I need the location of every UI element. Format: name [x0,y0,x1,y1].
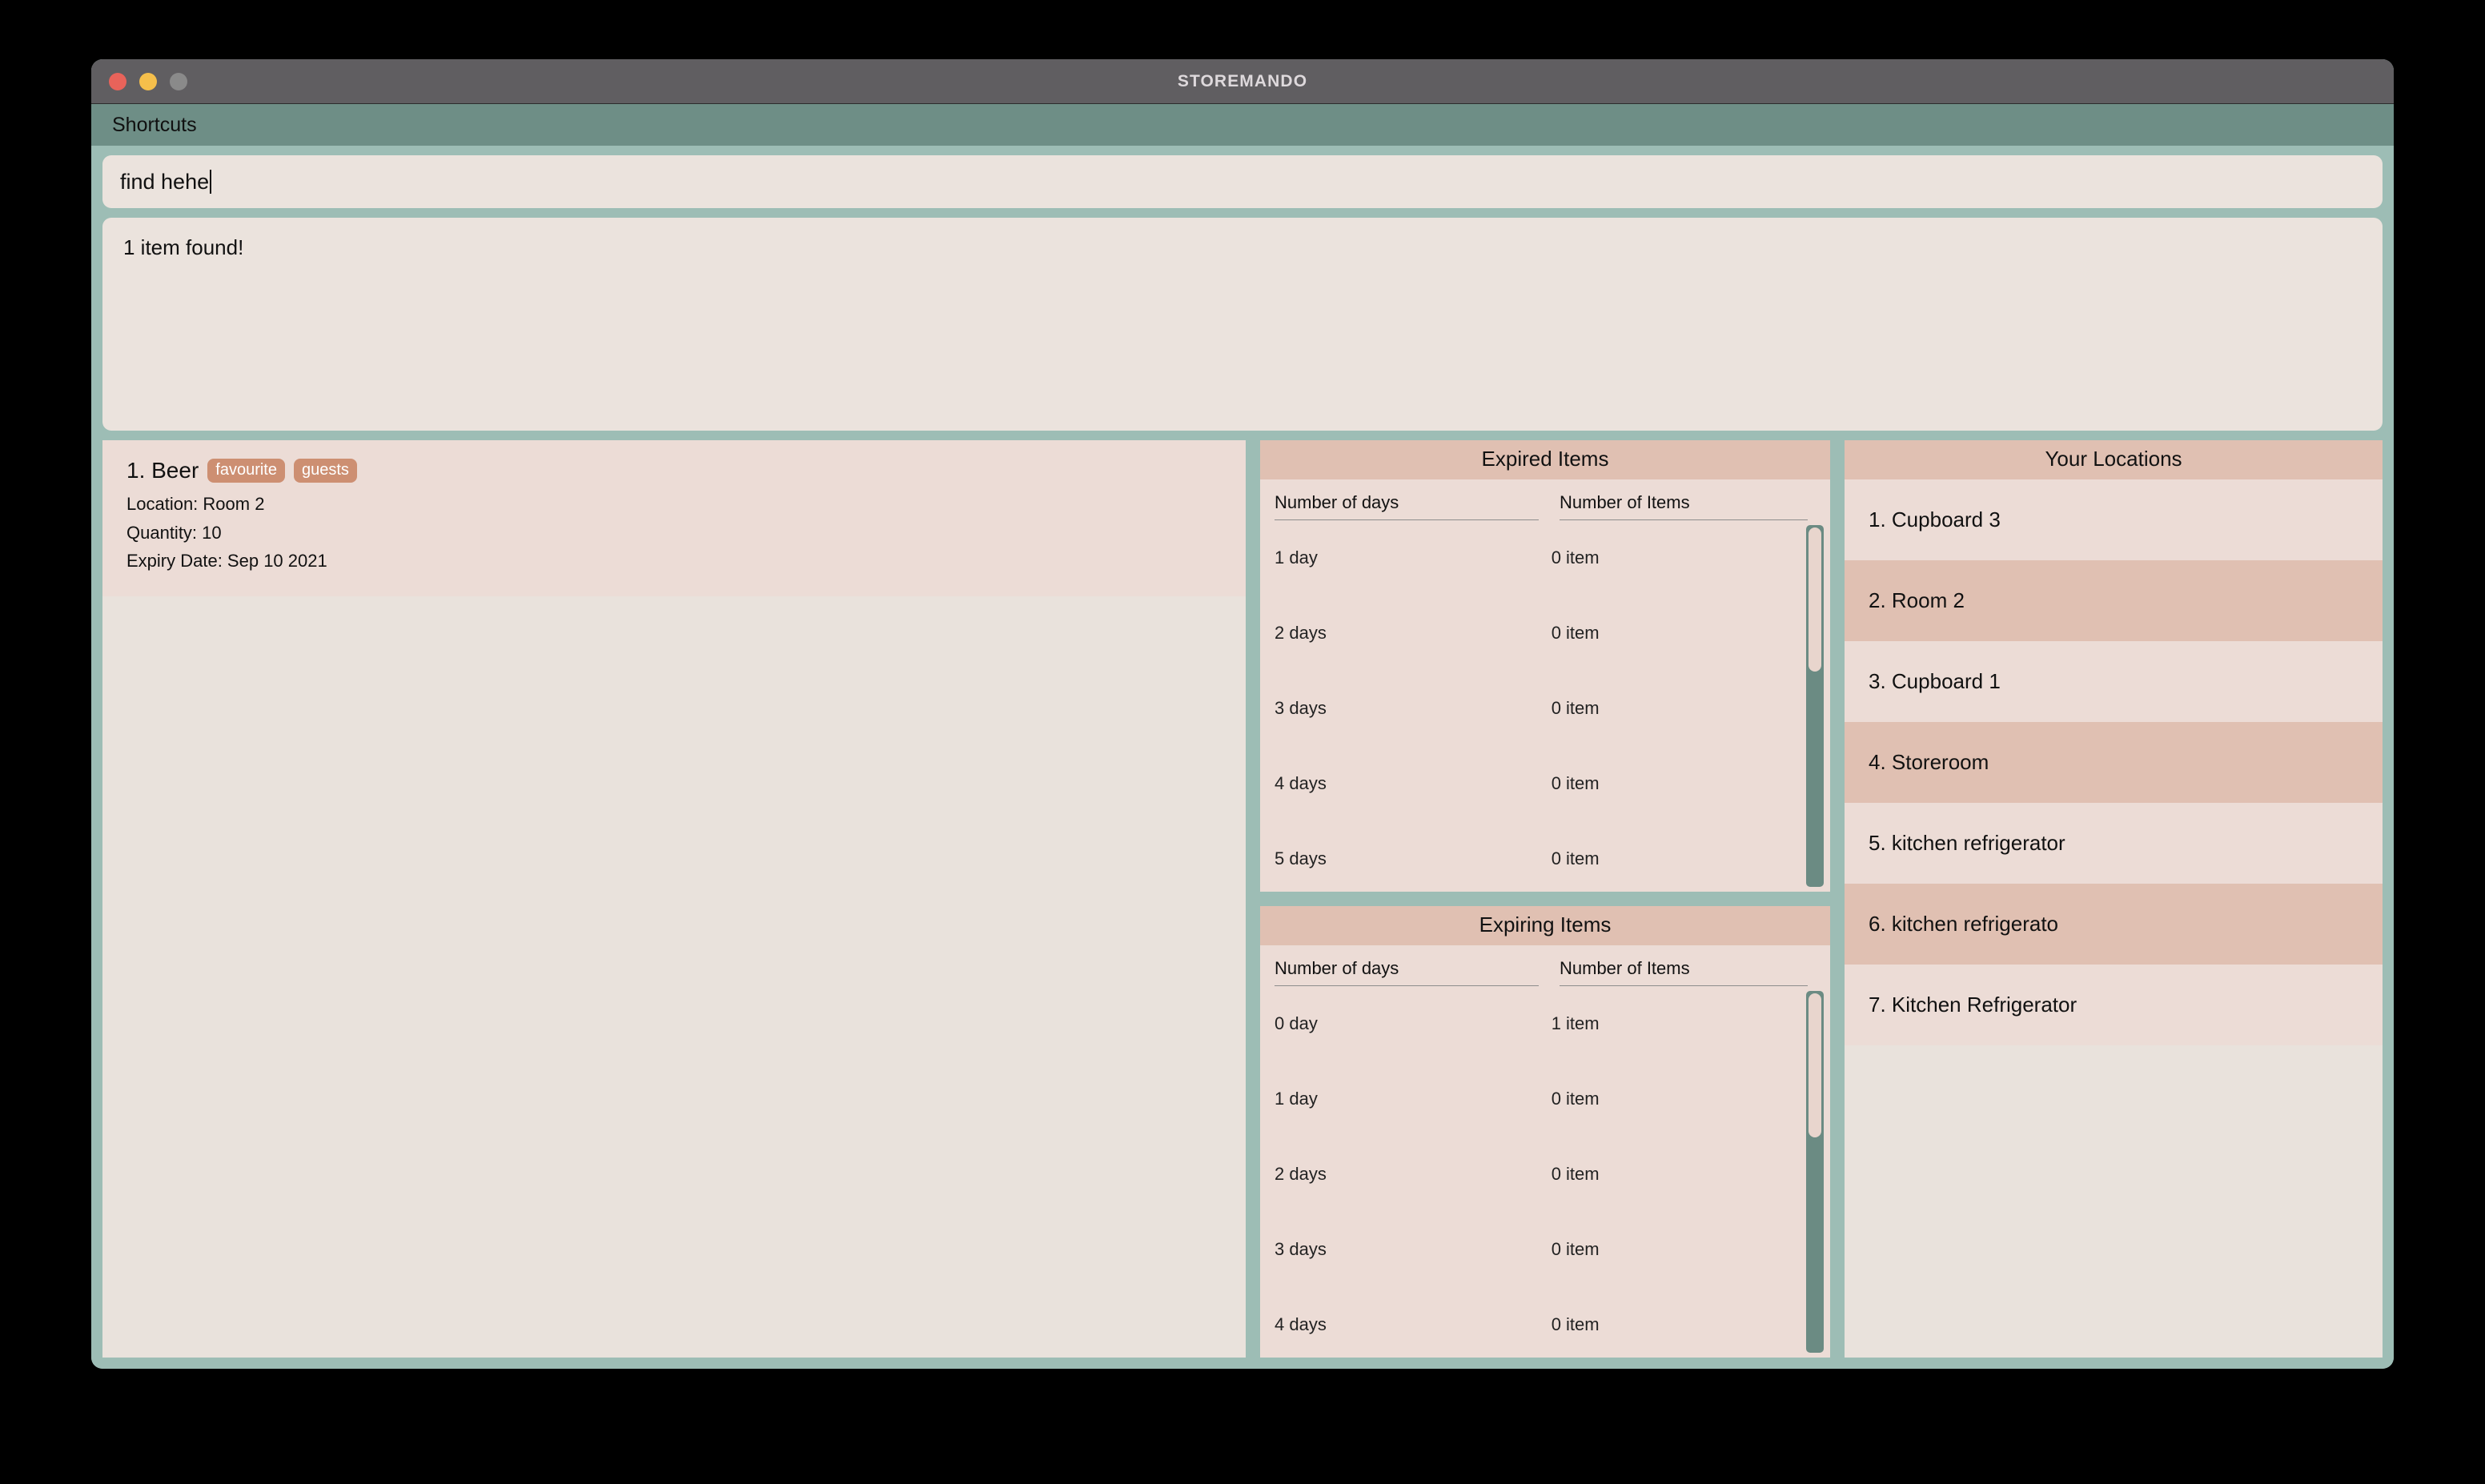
list-item[interactable]: 1. Cupboard 3 [1845,479,2383,560]
list-item[interactable]: 6. kitchen refrigerato [1845,884,2383,965]
cell-items: 0 item [1551,1164,1600,1184]
table-row: 1 day 0 item [1275,1061,1792,1137]
statistics-column: Expired Items Number of days Number of I… [1260,440,1830,1358]
table-row: 3 days 0 item [1275,1212,1792,1287]
expired-items-rows: 1 day 0 item 2 days 0 item 3 days 0 item [1260,520,1806,892]
cell-days: 2 days [1275,623,1327,643]
scrollbar-thumb[interactable] [1809,993,1821,1137]
expiring-items-table-header: Number of days Number of Items [1260,945,1830,986]
list-item[interactable]: 4. Storeroom [1845,722,2383,803]
locations-empty-space [1845,1045,2383,1358]
item-title-line: 1. Beer favourite guests [126,458,1222,483]
menu-bar: Shortcuts [91,104,2394,146]
expiring-items-scrollbar[interactable] [1806,991,1824,1353]
cell-days: 1 day [1275,1089,1318,1109]
window-body: find hehe 1 item found! 1. Beer favourit… [91,146,2394,1369]
cell-items: 1 item [1551,1013,1600,1033]
table-row: 2 days 0 item [1275,1137,1792,1212]
cell-items: 0 item [1551,547,1600,568]
expired-items-table-body: 1 day 0 item 2 days 0 item 3 days 0 item [1260,520,1830,892]
title-bar: STOREMANDO [91,59,2394,104]
column-header-items: Number of Items [1560,492,1808,520]
command-input[interactable]: find hehe [102,155,2383,208]
cell-days: 3 days [1275,698,1327,718]
command-input-value: find hehe [120,169,210,194]
table-row: 3 days 0 item [1275,671,1792,746]
menu-item-shortcuts[interactable]: Shortcuts [112,114,197,137]
expiring-items-table-body: 0 day 1 item 1 day 0 item 2 days 0 item [1260,986,1830,1358]
item-tag-guests: guests [294,459,357,483]
cell-items: 0 item [1551,773,1600,793]
traffic-light-controls [109,59,187,103]
text-cursor [210,170,212,194]
list-item[interactable]: 2. Room 2 [1845,560,2383,641]
table-row: 4 days 0 item [1275,1287,1792,1358]
cell-days: 3 days [1275,1239,1327,1259]
cell-items: 0 item [1551,1089,1600,1109]
application-window: STOREMANDO Shortcuts find hehe 1 item fo… [91,59,2394,1369]
expired-items-panel: Expired Items Number of days Number of I… [1260,440,1830,892]
close-button-icon[interactable] [109,72,126,90]
list-item[interactable]: 1. Beer favourite guests Location: Room … [102,440,1246,596]
scrollbar-thumb[interactable] [1809,527,1821,672]
expired-items-title: Expired Items [1260,440,1830,479]
cell-days: 4 days [1275,773,1327,793]
item-list-panel: 1. Beer favourite guests Location: Room … [102,440,1246,1358]
cell-items: 0 item [1551,1239,1600,1259]
cell-items: 0 item [1551,698,1600,718]
expired-items-table-header: Number of days Number of Items [1260,479,1830,520]
table-row: 2 days 0 item [1275,596,1792,671]
item-quantity: Quantity: 10 [126,522,222,543]
table-row: 0 day 1 item [1275,986,1792,1061]
minimize-button-icon[interactable] [139,72,157,90]
table-row: 5 days 0 item [1275,821,1792,892]
cell-days: 2 days [1275,1164,1327,1184]
list-item[interactable]: 7. Kitchen Refrigerator [1845,965,2383,1045]
column-header-days: Number of days [1275,492,1539,520]
cell-items: 0 item [1551,1314,1600,1334]
result-message: 1 item found! [123,235,244,259]
list-item[interactable]: 3. Cupboard 1 [1845,641,2383,722]
item-name: 1. Beer [126,458,199,483]
table-row: 4 days 0 item [1275,746,1792,821]
cell-items: 0 item [1551,848,1600,868]
cell-days: 1 day [1275,547,1318,568]
expiring-items-panel: Expiring Items Number of days Number of … [1260,906,1830,1358]
expired-items-scrollbar[interactable] [1806,525,1824,887]
column-header-days: Number of days [1275,958,1539,986]
item-expiry-date: Expiry Date: Sep 10 2021 [126,551,327,572]
list-item[interactable]: 5. kitchen refrigerator [1845,803,2383,884]
cell-days: 0 day [1275,1013,1318,1033]
locations-title: Your Locations [1845,440,2383,479]
cell-days: 5 days [1275,848,1327,868]
locations-panel: Your Locations 1. Cupboard 3 2. Room 2 3… [1845,440,2383,1358]
expiring-items-title: Expiring Items [1260,906,1830,945]
expiring-items-rows: 0 day 1 item 1 day 0 item 2 days 0 item [1260,986,1806,1358]
panels-row: 1. Beer favourite guests Location: Room … [102,440,2383,1358]
cell-days: 4 days [1275,1314,1327,1334]
item-location: Location: Room 2 [126,494,265,514]
window-title: STOREMANDO [1177,71,1308,90]
cell-items: 0 item [1551,623,1600,643]
result-display-box: 1 item found! [102,218,2383,431]
maximize-button-icon[interactable] [170,72,187,90]
item-tag-favourite: favourite [207,459,285,483]
column-header-items: Number of Items [1560,958,1808,986]
table-row: 1 day 0 item [1275,520,1792,596]
